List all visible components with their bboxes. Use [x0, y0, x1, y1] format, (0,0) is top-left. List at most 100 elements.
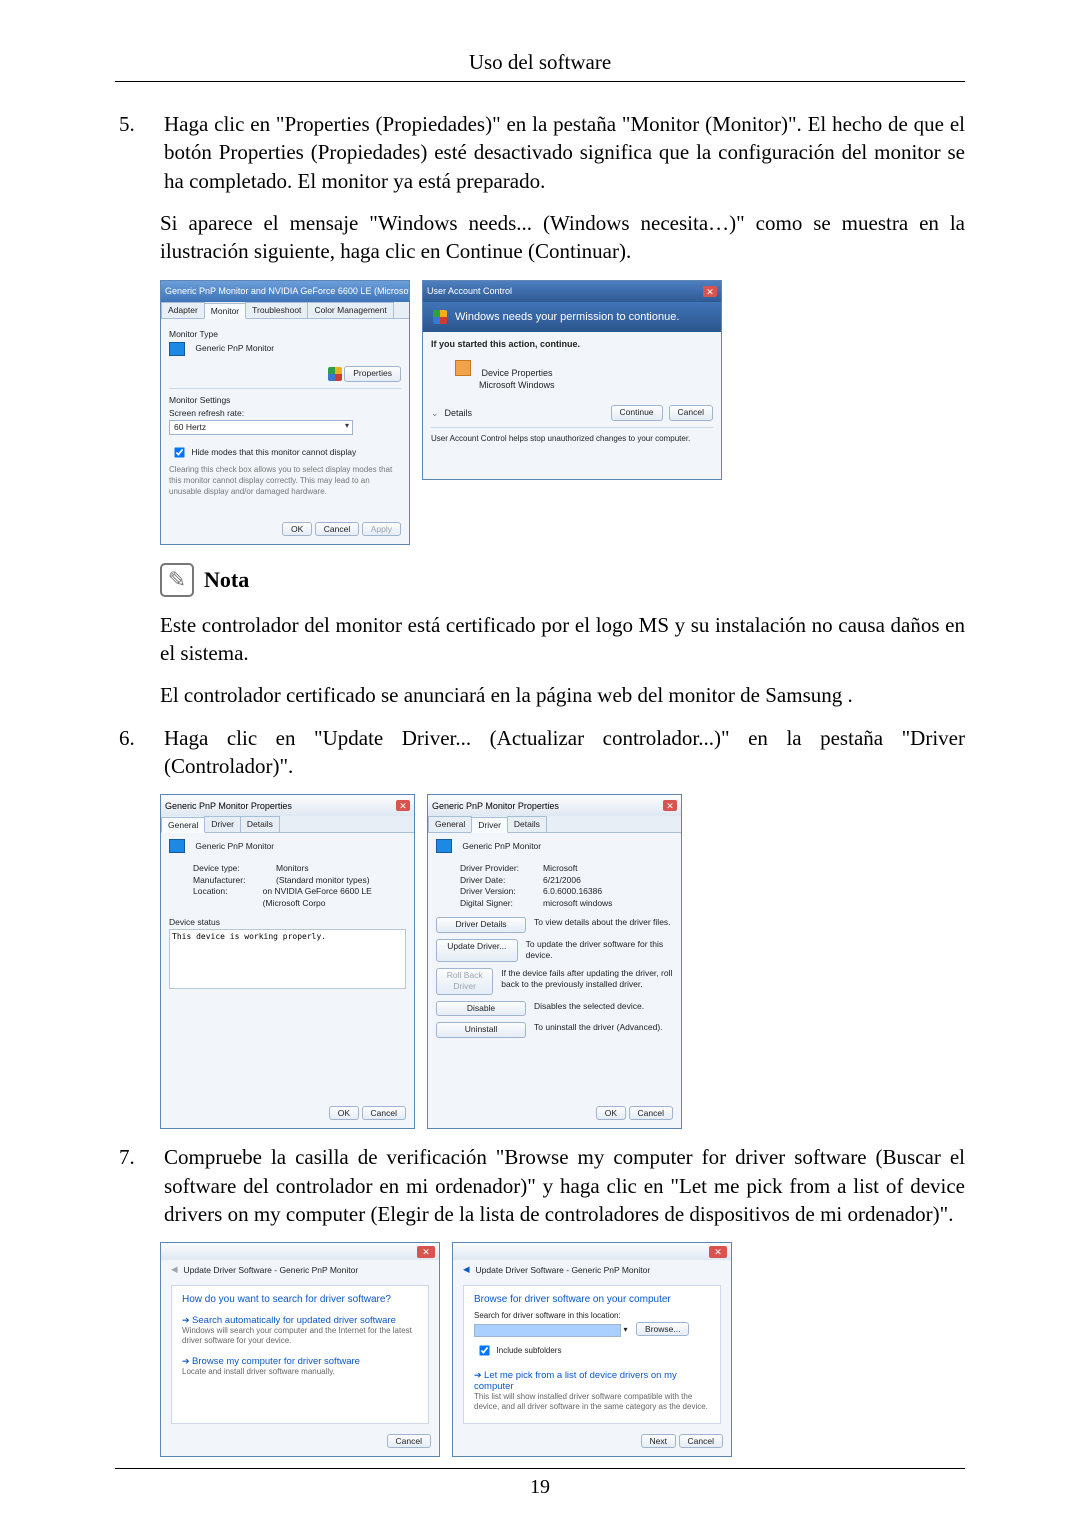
hide-modes-checkbox[interactable] — [174, 447, 184, 457]
close-icon[interactable]: ✕ — [709, 1246, 727, 1258]
tab-general[interactable]: General — [428, 816, 472, 832]
monitor-type-label: Monitor Type — [169, 329, 401, 340]
figB-titlebar[interactable]: User Account Control ✕ — [423, 281, 721, 302]
manufacturer-label: Manufacturer: — [193, 875, 268, 886]
include-subfolders-checkbox[interactable] — [479, 1345, 489, 1355]
search-location-label: Search for driver software in this locat… — [474, 1311, 710, 1320]
close-icon[interactable]: ✕ — [417, 1246, 435, 1258]
monitor-settings-label: Monitor Settings — [169, 395, 401, 406]
monitor-icon — [436, 839, 452, 853]
note-icon: ✎ — [160, 563, 194, 597]
figD-title: Generic PnP Monitor Properties — [432, 801, 559, 811]
driver-date-label: Driver Date: — [460, 875, 535, 886]
disable-text: Disables the selected device. — [534, 1001, 644, 1016]
pick-desc: This list will show installed driver sof… — [474, 1392, 710, 1412]
device-type-label: Device type: — [193, 863, 268, 874]
refresh-rate-select[interactable]: 60 Hertz — [169, 420, 353, 435]
driver-details-button[interactable]: Driver Details — [436, 917, 526, 932]
properties-button[interactable]: Properties — [344, 366, 401, 381]
device-status-text — [169, 929, 406, 989]
instruction-5: 5. Haga clic en "Properties (Propiedades… — [115, 110, 965, 195]
figure-device-properties-driver-dialog: Generic PnP Monitor Properties ✕ General… — [427, 794, 682, 1129]
back-icon[interactable]: ◀ — [463, 1264, 470, 1275]
figure-update-driver-browse-dialog: ✕ ◀ Update Driver Software - Generic PnP… — [452, 1242, 732, 1457]
uninstall-button[interactable]: Uninstall — [436, 1022, 526, 1037]
rollback-driver-text: If the device fails after updating the d… — [501, 968, 673, 995]
device-status-label: Device status — [169, 917, 406, 928]
apply-button[interactable]: Apply — [362, 522, 401, 536]
next-button[interactable]: Next — [641, 1434, 676, 1448]
figD-titlebar[interactable]: Generic PnP Monitor Properties ✕ — [428, 795, 681, 816]
option-browse-my-computer[interactable]: ➔ Browse my computer for driver software… — [182, 1356, 418, 1377]
tab-adapter[interactable]: Adapter — [161, 302, 205, 318]
tab-details[interactable]: Details — [240, 816, 280, 832]
figC-header: Generic PnP Monitor — [195, 841, 274, 851]
close-icon[interactable]: ✕ — [703, 286, 717, 297]
opt1-desc: Windows will search your computer and th… — [182, 1326, 418, 1346]
cancel-button[interactable]: Cancel — [679, 1434, 723, 1448]
figE-breadcrumb: Update Driver Software - Generic PnP Mon… — [184, 1265, 359, 1275]
refresh-rate-label: Screen refresh rate: — [169, 408, 401, 419]
header-rule — [115, 81, 965, 82]
figA-title: Generic PnP Monitor and NVIDIA GeForce 6… — [165, 286, 409, 296]
cancel-button[interactable]: Cancel — [629, 1106, 673, 1120]
driver-path-input[interactable] — [474, 1324, 621, 1337]
figF-titlebar[interactable]: ✕ — [453, 1243, 731, 1260]
figD-header: Generic PnP Monitor — [462, 841, 541, 851]
update-driver-button[interactable]: Update Driver... — [436, 939, 518, 962]
figB-title: User Account Control — [427, 286, 512, 296]
ok-button[interactable]: OK — [329, 1106, 359, 1120]
back-icon: ◀ — [171, 1264, 178, 1275]
hide-modes-help: Clearing this check box allows you to se… — [169, 465, 401, 497]
option-search-automatically[interactable]: ➔ Search automatically for updated drive… — [182, 1315, 418, 1346]
tab-general[interactable]: General — [161, 817, 205, 833]
digital-signer-label: Digital Signer: — [460, 898, 535, 909]
driver-provider-label: Driver Provider: — [460, 863, 535, 874]
driver-version-value: 6.0.6000.16386 — [543, 886, 602, 897]
ok-button[interactable]: OK — [282, 522, 312, 536]
figC-titlebar[interactable]: Generic PnP Monitor Properties ✕ — [161, 795, 414, 816]
figE-titlebar[interactable]: ✕ — [161, 1243, 439, 1260]
cancel-button[interactable]: Cancel — [315, 522, 359, 536]
cancel-button[interactable]: Cancel — [387, 1434, 431, 1448]
monitor-icon — [169, 342, 185, 356]
details-toggle[interactable]: Details — [445, 407, 473, 419]
cancel-button[interactable]: Cancel — [362, 1106, 406, 1120]
tab-details[interactable]: Details — [507, 816, 547, 832]
driver-date-value: 6/21/2006 — [543, 875, 581, 886]
hide-modes-label: Hide modes that this monitor cannot disp… — [191, 447, 356, 457]
figure-monitor-properties-dialog: Generic PnP Monitor and NVIDIA GeForce 6… — [160, 280, 410, 545]
continue-button[interactable]: Continue — [611, 405, 663, 420]
instruction-5-number: 5. — [115, 110, 164, 195]
tab-monitor[interactable]: Monitor — [204, 303, 246, 319]
close-icon[interactable]: ✕ — [663, 800, 677, 811]
uac-started-text: If you started this action, continue. — [431, 338, 713, 350]
opt2-desc: Locate and install driver software manua… — [182, 1367, 418, 1377]
location-label: Location: — [193, 886, 255, 909]
figF-breadcrumb: Update Driver Software - Generic PnP Mon… — [476, 1265, 651, 1275]
figure-update-driver-search-dialog: ✕ ◀ Update Driver Software - Generic PnP… — [160, 1242, 440, 1457]
driver-provider-value: Microsoft — [543, 863, 577, 874]
monitor-type-name: Generic PnP Monitor — [195, 343, 274, 353]
device-type-value: Monitors — [276, 863, 309, 874]
figA-titlebar[interactable]: Generic PnP Monitor and NVIDIA GeForce 6… — [161, 281, 409, 302]
tab-troubleshoot[interactable]: Troubleshoot — [245, 302, 308, 318]
browse-button[interactable]: Browse... — [636, 1322, 689, 1336]
opt2-title: Browse my computer for driver software — [192, 1356, 360, 1367]
tab-color-management[interactable]: Color Management — [307, 302, 393, 318]
tab-driver[interactable]: Driver — [471, 817, 508, 833]
disable-button[interactable]: Disable — [436, 1001, 526, 1016]
close-icon[interactable]: ✕ — [396, 800, 410, 811]
figC-title: Generic PnP Monitor Properties — [165, 801, 292, 811]
footer-rule — [115, 1468, 965, 1469]
ok-button[interactable]: OK — [596, 1106, 626, 1120]
chevron-down-icon[interactable]: ⌄ — [431, 407, 439, 419]
figA-tabs: Adapter Monitor Troubleshoot Color Manag… — [161, 302, 409, 319]
uac-device-properties: Device Properties — [482, 368, 553, 378]
tab-driver[interactable]: Driver — [204, 816, 241, 832]
option-let-me-pick[interactable]: ➔ Let me pick from a list of device driv… — [474, 1370, 710, 1412]
driver-details-text: To view details about the driver files. — [534, 917, 671, 932]
cancel-button[interactable]: Cancel — [669, 405, 713, 420]
monitor-icon — [169, 839, 185, 853]
pick-title: Let me pick from a list of device driver… — [474, 1370, 677, 1392]
